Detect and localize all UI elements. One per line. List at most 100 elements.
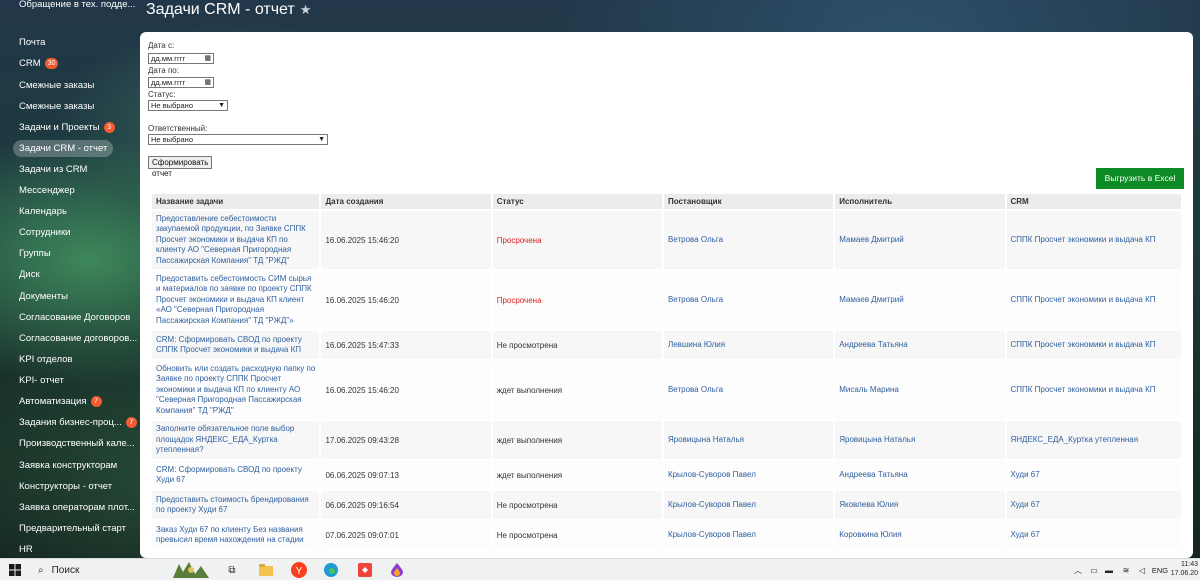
sidebar-item[interactable]: CRM 30 [13, 55, 64, 72]
weather-widget-icon[interactable] [168, 559, 214, 580]
task-name-link[interactable]: CRM: Сформировать СВОД по проекту Худи 6… [156, 465, 302, 485]
speaker-icon[interactable]: ◁ [1136, 559, 1148, 580]
responsible-label: Ответственный: [148, 124, 208, 133]
crm-link[interactable]: ЯНДЕКС_ЕДА_Куртка утепленная [1011, 435, 1139, 444]
col-header-assignee[interactable]: Исполнитель [835, 194, 1005, 209]
creator-link[interactable]: Ветрова Ольга [668, 385, 723, 394]
sidebar-item-tech-support[interactable]: Обращение в тех. подде... [13, 0, 138, 13]
col-header-created[interactable]: Дата создания [321, 194, 491, 209]
language-indicator[interactable]: ENG [1150, 559, 1170, 580]
col-header-task-name[interactable]: Название задачи [152, 194, 320, 209]
task-name-link[interactable]: Заказ Худи 67 по клиенту Без названия пр… [156, 525, 304, 545]
crm-link[interactable]: Худи 67 [1011, 470, 1040, 479]
assignee-link[interactable]: Яковлева Юлия [839, 500, 898, 509]
date-from-input[interactable]: дд.мм.гггг ▦ [148, 53, 214, 64]
creator-link[interactable]: Левшина Юлия [668, 340, 725, 349]
wifi-icon[interactable]: ≋ [1120, 559, 1132, 580]
sidebar-item[interactable]: Предварительный старт [13, 520, 132, 537]
calendar-icon[interactable]: ▦ [204, 54, 211, 63]
sidebar-item[interactable]: Смежные заказы [13, 77, 100, 94]
assignee-link[interactable]: Мамаев Дмитрий [839, 295, 904, 304]
sidebar-item[interactable]: KPI- отчет [13, 372, 70, 389]
edge-browser-icon[interactable] [320, 559, 342, 580]
task-name-link[interactable]: CRM: Сформировать СВОД по проекту СППК П… [156, 335, 302, 355]
sidebar-item-label: Согласование договоров... [19, 333, 138, 344]
assignee-link[interactable]: Яровицына Наталья [839, 435, 915, 444]
col-header-crm[interactable]: CRM [1006, 194, 1181, 209]
sidebar-item[interactable]: Смежные заказы [13, 98, 100, 115]
assignee-link[interactable]: Андреева Татьяна [839, 340, 907, 349]
generate-report-button[interactable]: Сформировать отчет [148, 156, 213, 178]
sidebar-item[interactable]: Задачи и Проекты 3 [13, 119, 121, 136]
creator-link[interactable]: Крылов-Суворов Павел [668, 500, 756, 509]
table-cell: 17.06.2025 09:43:28 [321, 421, 491, 459]
responsible-select[interactable]: Не выбрано ▼ [148, 134, 328, 145]
crm-link[interactable]: Худи 67 [1011, 500, 1040, 509]
yandex-browser-icon[interactable]: Y [288, 559, 310, 580]
table-cell: Ветрова Ольга [663, 211, 834, 269]
assignee-link[interactable]: Мисаль Марина [839, 385, 899, 394]
file-explorer-icon[interactable] [256, 559, 276, 580]
sidebar-item[interactable]: Заявка операторам плот... [13, 499, 138, 516]
crm-link[interactable]: СППК Просчет экономики и выдача КП [1011, 295, 1156, 304]
sidebar-item[interactable]: Задачи CRM - отчет [13, 140, 114, 157]
creator-link[interactable]: Ветрова Ольга [668, 235, 723, 244]
sidebar-item[interactable]: Группы [13, 245, 57, 262]
battery-icon[interactable]: ▬ [1102, 559, 1116, 580]
sidebar-item[interactable]: KPI отделов [13, 351, 79, 368]
date-to-input[interactable]: дд.мм.гггг ▦ [148, 77, 214, 88]
export-excel-button[interactable]: Выгрузить в Excel [1096, 168, 1184, 189]
anydesk-icon[interactable] [354, 559, 376, 580]
crm-link[interactable]: Худи 67 [1011, 530, 1040, 539]
sidebar-item[interactable]: Согласование Договоров [13, 309, 136, 326]
chevron-up-icon[interactable]: ︿ [1072, 559, 1084, 580]
creator-link[interactable]: Крылов-Суворов Павел [668, 530, 756, 539]
sidebar-item[interactable]: Диск [13, 266, 46, 283]
calendar-icon[interactable]: ▦ [204, 78, 211, 87]
clock[interactable]: 11:43 17.06.20 [1171, 560, 1198, 578]
windows-start-icon[interactable] [0, 559, 30, 580]
sidebar-item[interactable]: Заявка конструкторам [13, 457, 123, 474]
status-select-value: Не выбрано [151, 101, 193, 110]
table-cell: Андреева Татьяна [835, 461, 1005, 489]
sidebar-item[interactable]: HR [13, 541, 39, 558]
sidebar-item[interactable]: Календарь [13, 203, 73, 220]
assignee-link[interactable]: Коровкина Юлия [839, 530, 902, 539]
sidebar-item[interactable]: Мессенджер [13, 182, 81, 199]
assignee-link[interactable]: Андреева Татьяна [839, 470, 907, 479]
sidebar-item[interactable]: Автоматизация 7 [13, 393, 108, 410]
crm-link[interactable]: СППК Просчет экономики и выдача КП [1011, 235, 1156, 244]
search-placeholder: Поиск [51, 564, 80, 576]
task-view-icon[interactable]: ⧉ [222, 559, 242, 580]
crm-link[interactable]: СППК Просчет экономики и выдача КП [1011, 340, 1156, 349]
sidebar-item[interactable]: Задачи из CRM [13, 161, 93, 178]
created-date: 16.06.2025 15:46:20 [325, 385, 399, 395]
col-header-creator[interactable]: Постановщик [663, 194, 834, 209]
creator-link[interactable]: Крылов-Суворов Павел [668, 470, 756, 479]
table-cell: Предоставление себестоимости закупаемой … [152, 211, 320, 269]
sd-card-icon[interactable]: ▭ [1088, 559, 1100, 580]
favorite-star-icon[interactable]: ★ [300, 2, 312, 17]
task-name-link[interactable]: Предоставить стоимость брендирования по … [156, 495, 309, 515]
task-name-link[interactable]: Предоставление себестоимости закупаемой … [156, 214, 306, 265]
chevron-down-icon: ▼ [218, 102, 225, 109]
task-name-link[interactable]: Предоставить себестоимость СИМ сырья и м… [156, 274, 312, 325]
task-name-link[interactable]: Заполните обязательное поле выбор площад… [156, 424, 294, 454]
col-header-status[interactable]: Статус [492, 194, 662, 209]
app-drop-icon[interactable] [386, 559, 408, 580]
sidebar-item[interactable]: Согласование договоров... [13, 330, 138, 347]
sidebar-item[interactable]: Задания бизнес-проц... 7 [13, 414, 138, 431]
sidebar-item[interactable]: Конструкторы - отчет [13, 478, 118, 495]
sidebar-item[interactable]: Производственный кале... [13, 435, 138, 452]
table-cell: Не просмотрена [492, 331, 662, 359]
sidebar-item[interactable]: Сотрудники [13, 224, 76, 241]
status-select[interactable]: Не выбрано ▼ [148, 100, 228, 111]
creator-link[interactable]: Яровицына Наталья [668, 435, 744, 444]
sidebar-item[interactable]: Документы [13, 288, 74, 305]
task-name-link[interactable]: Обновить или создать расходную папку по … [156, 364, 315, 415]
crm-link[interactable]: СППК Просчет экономики и выдача КП [1011, 385, 1156, 394]
creator-link[interactable]: Ветрова Ольга [668, 295, 723, 304]
sidebar-item[interactable]: Почта [13, 34, 51, 51]
taskbar-search[interactable]: ⌕ Поиск [30, 559, 160, 580]
assignee-link[interactable]: Мамаев Дмитрий [839, 235, 904, 244]
